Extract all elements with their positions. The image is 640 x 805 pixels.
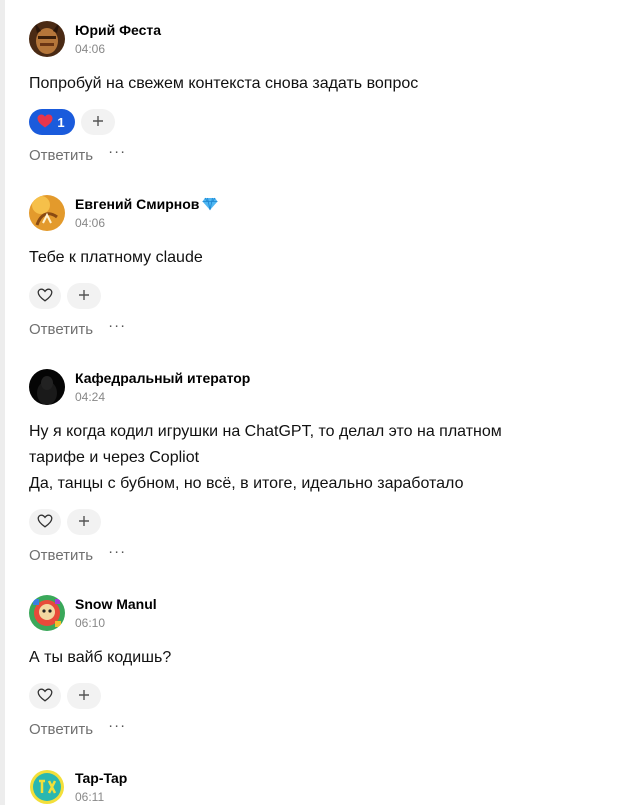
more-dots-icon[interactable]: ··· bbox=[108, 718, 126, 733]
reactions-bar: 1 bbox=[29, 109, 609, 135]
like-button[interactable] bbox=[29, 509, 61, 535]
comment-item: Tap-Tap 06:11 bbox=[29, 769, 609, 805]
timestamp: 06:10 bbox=[75, 616, 106, 630]
plus-icon bbox=[78, 515, 90, 530]
comment-header: Евгений Смирнов 04:06 bbox=[29, 195, 609, 235]
comment-text: А ты вайб кодишь? bbox=[29, 649, 172, 666]
comment-header: Snow Manul 06:10 bbox=[29, 595, 609, 635]
reactions-bar bbox=[29, 509, 609, 535]
plus-icon bbox=[78, 289, 90, 304]
comment-text-line: Да, танцы с бубном, но всё, в итоге, иде… bbox=[29, 475, 464, 492]
comment-actions: Ответить ··· bbox=[29, 718, 609, 739]
author-name[interactable]: Юрий Феста bbox=[75, 21, 161, 39]
heart-outline-icon bbox=[37, 688, 53, 705]
comment-text: Попробуй на свежем контекста снова задат… bbox=[29, 75, 419, 92]
like-button[interactable] bbox=[29, 283, 61, 309]
reaction-count: 1 bbox=[57, 114, 65, 130]
timestamp: 04:06 bbox=[75, 42, 106, 56]
comment-text-line: Ну я когда кодил игрушки на ChatGPT, то … bbox=[29, 423, 502, 440]
avatar[interactable] bbox=[29, 21, 65, 57]
reactions-bar bbox=[29, 283, 609, 309]
heart-reaction-button[interactable]: 1 bbox=[29, 109, 75, 135]
comment-item: Кафедральный итератор 04:24 Ну я когда к… bbox=[29, 369, 609, 565]
timestamp: 06:11 bbox=[75, 790, 105, 804]
author-name[interactable]: Кафедральный итератор bbox=[75, 369, 250, 387]
comment-header: Кафедральный итератор 04:24 bbox=[29, 369, 609, 409]
author-name-text: Евгений Смирнов bbox=[75, 196, 200, 212]
timestamp: 04:24 bbox=[75, 390, 106, 404]
comment-actions: Ответить ··· bbox=[29, 544, 609, 565]
thread-rail bbox=[0, 0, 5, 805]
comment-text: Тебе к платному claude bbox=[29, 249, 203, 266]
add-reaction-button[interactable] bbox=[67, 509, 101, 535]
avatar[interactable] bbox=[29, 595, 65, 631]
reactions-bar bbox=[29, 683, 609, 709]
reply-button[interactable]: Ответить bbox=[29, 721, 93, 738]
comment-item: Snow Manul 06:10 А ты вайб кодишь? Ответ… bbox=[29, 595, 609, 739]
comment-text: Ну я когда кодил игрушки на ChatGPT, то … bbox=[29, 419, 609, 497]
author-name[interactable]: Евгений Смирнов bbox=[75, 195, 218, 215]
add-reaction-button[interactable] bbox=[67, 283, 101, 309]
comment-header: Юрий Феста 04:06 bbox=[29, 21, 609, 61]
timestamp: 04:06 bbox=[75, 216, 106, 230]
more-dots-icon[interactable]: ··· bbox=[108, 318, 126, 333]
heart-outline-icon bbox=[37, 288, 53, 305]
reply-button[interactable]: Ответить bbox=[29, 321, 93, 338]
add-reaction-button[interactable] bbox=[67, 683, 101, 709]
avatar[interactable] bbox=[29, 369, 65, 405]
diamond-icon bbox=[202, 197, 218, 215]
heart-filled-icon bbox=[37, 114, 53, 131]
comment-item: Евгений Смирнов 04:06 Тебе к платному cl… bbox=[29, 195, 609, 339]
heart-outline-icon bbox=[37, 514, 53, 531]
more-dots-icon[interactable]: ··· bbox=[108, 544, 126, 559]
avatar[interactable] bbox=[29, 195, 65, 231]
author-name[interactable]: Snow Manul bbox=[75, 595, 157, 613]
comments-page: Юрий Феста 04:06 Попробуй на свежем конт… bbox=[0, 0, 640, 805]
plus-icon bbox=[92, 115, 104, 130]
plus-icon bbox=[78, 689, 90, 704]
avatar[interactable] bbox=[29, 769, 65, 805]
add-reaction-button[interactable] bbox=[81, 109, 115, 135]
reply-button[interactable]: Ответить bbox=[29, 147, 93, 164]
comment-header: Tap-Tap 06:11 bbox=[29, 769, 609, 805]
comment-actions: Ответить ··· bbox=[29, 318, 609, 339]
author-name[interactable]: Tap-Tap bbox=[75, 769, 127, 787]
comment-item: Юрий Феста 04:06 Попробуй на свежем конт… bbox=[29, 21, 609, 165]
comment-text-line: тарифе и через Copliot bbox=[29, 449, 200, 466]
comment-actions: Ответить ··· bbox=[29, 144, 609, 165]
like-button[interactable] bbox=[29, 683, 61, 709]
more-dots-icon[interactable]: ··· bbox=[108, 144, 126, 159]
reply-button[interactable]: Ответить bbox=[29, 547, 93, 564]
